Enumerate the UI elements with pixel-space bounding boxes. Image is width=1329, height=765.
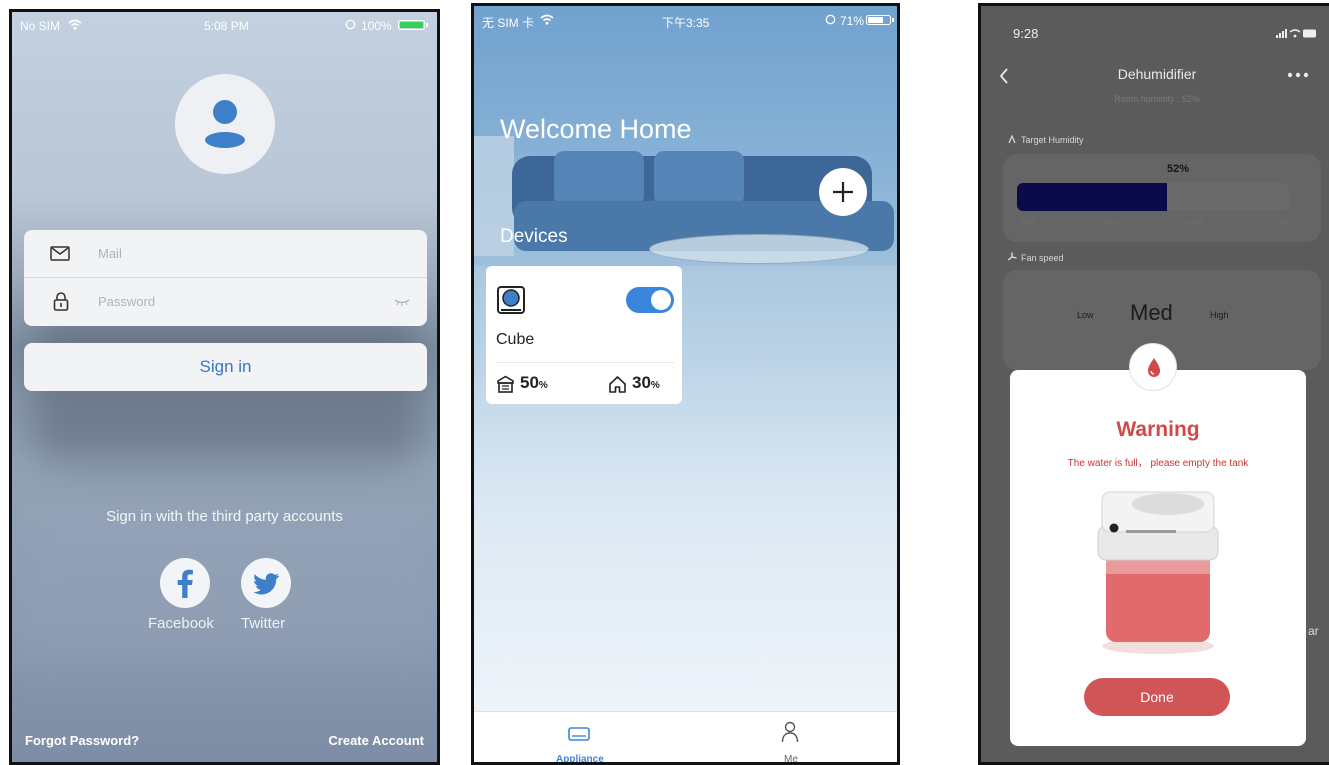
tick-label: 30% [1019, 218, 1036, 227]
humidity-slider-fill[interactable] [1017, 183, 1167, 211]
target-humidity-icon [1008, 135, 1016, 144]
table-decoration [649, 234, 869, 264]
humidity-value: 50 [520, 373, 539, 392]
wifi-icon [68, 19, 82, 30]
battery-icon [398, 20, 428, 30]
mail-input[interactable]: Mail [98, 246, 122, 261]
mail-row[interactable]: Mail [24, 230, 427, 278]
facebook-label[interactable]: Facebook [148, 615, 214, 632]
status-bar: 无 SIM 卡 下午3:35 71% [474, 6, 897, 32]
tick-label: 60% [1187, 218, 1204, 227]
status-bar: No SIM 5:08 PM 100% [12, 12, 437, 38]
facebook-button[interactable] [160, 558, 210, 608]
create-account-link[interactable]: Create Account [328, 733, 424, 748]
tab-appliance-label: Appliance [556, 754, 604, 765]
page-title: Dehumidifier [1117, 66, 1197, 82]
clock-text: 9:28 [1013, 26, 1039, 41]
more-icon[interactable] [1287, 72, 1309, 78]
room-value: 30 [632, 373, 651, 392]
user-icon [205, 100, 245, 148]
tab-me-label: Me [784, 754, 798, 765]
humidity-unit: % [538, 380, 548, 391]
dehumidifier-device-icon [497, 286, 525, 314]
fan-high-option[interactable]: High [1210, 310, 1229, 320]
tick-label: 40% [1103, 218, 1120, 227]
battery-text: 71% [840, 14, 865, 28]
avatar[interactable] [175, 74, 275, 174]
water-drop-badge [1129, 343, 1177, 391]
plus-icon [833, 182, 853, 202]
twitter-icon [253, 573, 279, 595]
water-drop-icon [1148, 358, 1160, 377]
tab-appliance[interactable]: Appliance [534, 712, 624, 765]
person-icon [781, 721, 799, 743]
third-party-text: Sign in with the third party accounts [106, 508, 343, 525]
facebook-icon [177, 569, 193, 598]
forgot-password-link[interactable]: Forgot Password? [25, 733, 139, 748]
done-button[interactable]: Done [1084, 678, 1230, 716]
background-text-fragment: ar [1308, 624, 1319, 638]
cushion-decoration [554, 151, 644, 206]
warning-dialog: Warning The water is full， please empty … [1010, 370, 1306, 746]
welcome-title: Welcome Home [500, 114, 692, 144]
fan-icon [1007, 252, 1017, 261]
tab-me[interactable]: Me [744, 712, 834, 765]
target-value: 52% [1167, 163, 1190, 175]
fan-speed-label: Fan speed [1021, 253, 1064, 263]
home-screen: 无 SIM 卡 下午3:35 71% Welcome Home Devices [471, 3, 900, 765]
battery-text: 100% [361, 19, 392, 33]
rotation-lock-icon [825, 14, 836, 25]
eye-closed-icon[interactable] [394, 299, 410, 306]
carrier-text: No SIM [20, 19, 61, 33]
room-stat: 30% [632, 373, 660, 393]
background-blur [12, 462, 437, 662]
home-icon [609, 376, 626, 393]
target-humidity-label: Target Humidity [1021, 135, 1084, 145]
fan-low-option[interactable]: Low [1077, 310, 1094, 320]
dehumidifier-tank-illustration [1097, 491, 1219, 654]
wifi-icon [540, 14, 554, 25]
humidity-device-icon [497, 375, 514, 393]
background-blur [32, 312, 422, 472]
divider [496, 362, 674, 363]
cushion-decoration [654, 151, 744, 206]
tick-label: 70% [1273, 218, 1290, 227]
add-device-button[interactable] [819, 168, 867, 216]
signal-wifi-battery-icon [1276, 29, 1316, 38]
humidity-stat: 50% [520, 373, 548, 393]
room-humidity-text: Room humidity : 52% [1114, 94, 1200, 104]
signin-screen: No SIM 5:08 PM 100% Mail Password Sign i… [9, 9, 440, 765]
room-unit: % [650, 380, 660, 391]
clock-text: 5:08 PM [204, 19, 249, 33]
lock-icon [53, 292, 69, 311]
clock-text: 下午3:35 [662, 16, 710, 30]
password-row[interactable]: Password [24, 278, 427, 326]
devices-heading: Devices [500, 226, 568, 247]
rotation-lock-icon [345, 19, 356, 30]
warning-message: The water is full， please empty the tank [1067, 458, 1249, 469]
warning-title: Warning [1116, 418, 1200, 441]
device-card[interactable]: Cube 50% 30% [486, 266, 682, 404]
device-name: Cube [496, 331, 535, 348]
login-form: Mail Password [24, 230, 427, 326]
password-input[interactable]: Password [98, 294, 155, 309]
twitter-button[interactable] [241, 558, 291, 608]
mail-icon [50, 246, 70, 261]
dehumidifier-screen: 9:28 Dehumidifier Room humidity : 52% Ta… [978, 3, 1329, 765]
carrier-text: 无 SIM 卡 [482, 16, 535, 30]
tab-bar: Appliance Me [474, 711, 897, 765]
battery-icon [866, 15, 894, 25]
toggle-knob [651, 290, 671, 310]
power-toggle[interactable] [626, 287, 674, 313]
fan-med-option[interactable]: Med [1130, 300, 1173, 326]
sign-in-button[interactable]: Sign in [24, 343, 427, 391]
appliance-icon [568, 727, 590, 741]
twitter-label[interactable]: Twitter [241, 615, 285, 632]
